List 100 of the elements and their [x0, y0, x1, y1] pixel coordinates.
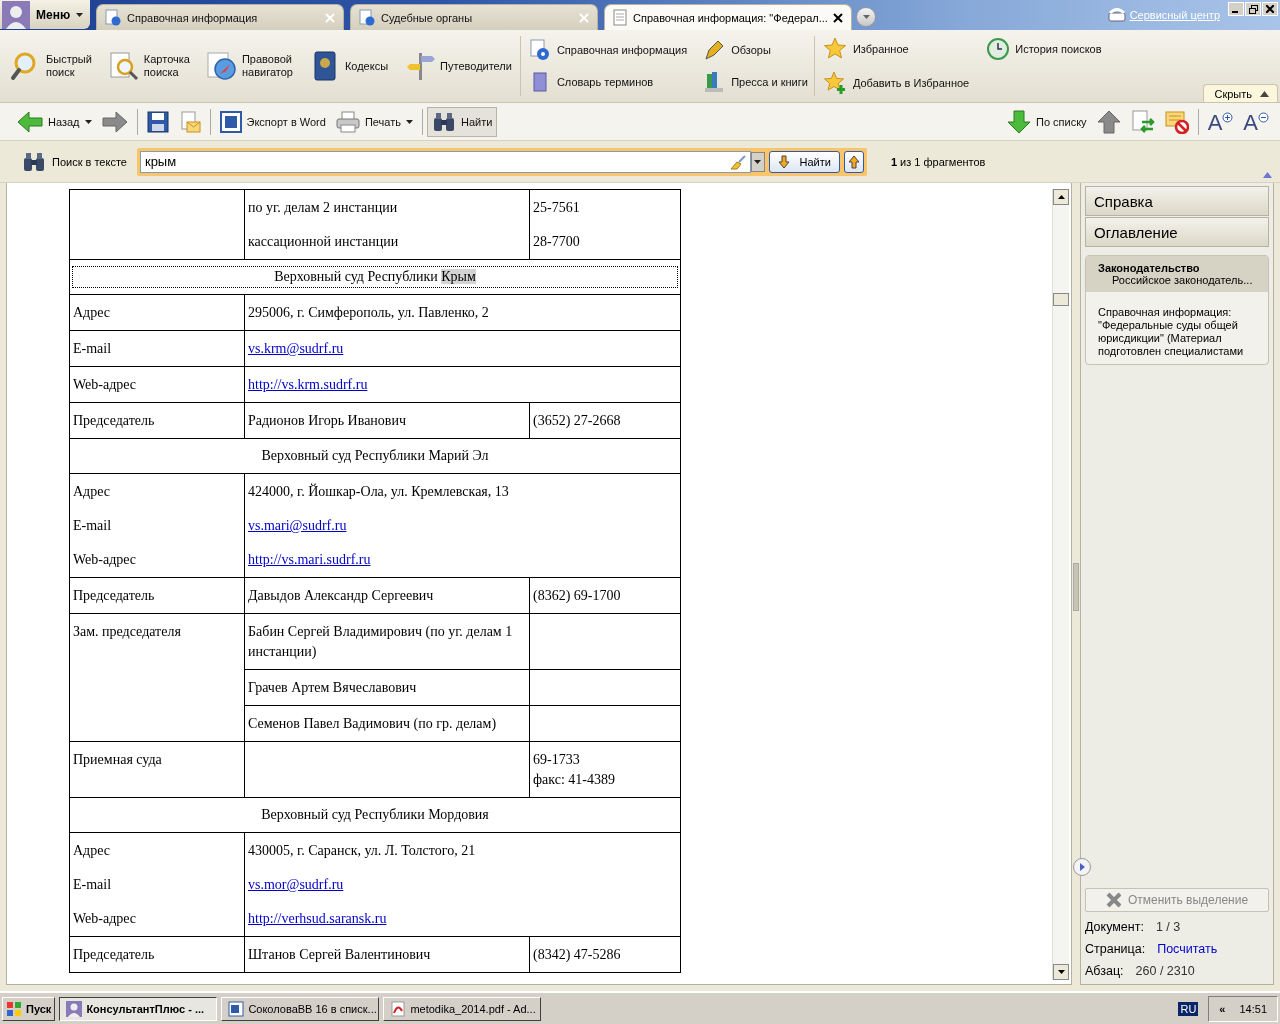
windows-logo-icon [6, 1001, 22, 1017]
toolbar-button[interactable]: Найти [426, 106, 498, 137]
link[interactable]: http://vs.krm.sudrf.ru [248, 377, 368, 392]
cross-icon [1105, 892, 1122, 908]
collapse-icon [1263, 172, 1272, 178]
find-previous-button[interactable] [843, 150, 864, 173]
show-hidden-icons-button[interactable]: « [1219, 1003, 1226, 1015]
clock: 14:51 [1239, 1003, 1267, 1015]
toolbar-button[interactable]: Экспорт в Word [214, 106, 331, 137]
cell-text: Приемная суда [73, 752, 162, 767]
caret-icon [754, 159, 762, 164]
cell-text: 424000, г. Йошкар-Ола, ул. Кремлевская, 13 [248, 484, 509, 499]
close-icon [579, 12, 589, 23]
cell-text: E-mail [73, 877, 112, 892]
caret-icon [76, 12, 84, 17]
cell-text: 28-7700 [533, 234, 580, 249]
stat-label: Абзац: [1085, 964, 1124, 978]
toolbar-button[interactable]: A [1202, 106, 1239, 137]
cell-text: Радионов Игорь Иванович [248, 413, 406, 428]
ribbon-button[interactable]: Карточка поиска [105, 48, 192, 84]
side-panel-tab[interactable]: Справка [1085, 186, 1269, 216]
up-triangle-icon [1057, 195, 1065, 199]
ribbon-button[interactable]: Словарь терминов [528, 71, 688, 93]
splitter-grip[interactable] [1073, 563, 1079, 611]
expand-button[interactable] [1073, 858, 1091, 876]
scrollbar[interactable] [1052, 189, 1069, 980]
taskbar-button[interactable]: metodika_2014.pdf - Ad... [383, 997, 542, 1021]
books-icon [703, 71, 726, 93]
down-arrow-icon [777, 154, 790, 169]
cell-text: Председатель [73, 947, 155, 962]
toolbar-button[interactable]: A [1238, 106, 1274, 137]
stat-value: 1 / 3 [1155, 920, 1181, 934]
cell-text: Адрес [73, 843, 110, 858]
cell-text: (8362) 69-1700 [533, 588, 621, 603]
cell-text: E-mail [73, 341, 112, 356]
court-heading: Верховный суд Республики Мордовия [260, 806, 490, 824]
close-button[interactable] [1262, 2, 1278, 16]
pen-icon [703, 39, 726, 61]
close-icon [325, 12, 335, 23]
link[interactable]: http://vs.mari.sudrf.ru [248, 552, 371, 567]
hide-ribbon-button[interactable]: Скрыть [1203, 84, 1278, 102]
word-document-icon [228, 1001, 245, 1017]
search-field[interactable]: крым [139, 150, 751, 173]
cell-text: Семенов Павел Вадимович (по гр. делам) [248, 716, 497, 731]
taskbar-button[interactable]: КонсультантПлюс - ... [59, 997, 218, 1021]
cell-text: Адрес [73, 305, 110, 320]
pdf-document-icon [390, 1001, 407, 1017]
cell-text: (8342) 47-5286 [533, 947, 621, 962]
cell-text: 295006, г. Симферополь, ул. Павленко, 2 [248, 305, 489, 320]
find-button[interactable]: Найти [768, 150, 840, 173]
cell-text: Председатель [73, 413, 155, 428]
link[interactable]: vs.mari@sudrf.ru [248, 518, 347, 533]
ribbon-button[interactable]: История поисков [985, 37, 1102, 61]
minus-icon [1258, 111, 1269, 123]
tab[interactable]: Справочная информация [96, 4, 344, 30]
link[interactable]: vs.mor@sudrf.ru [248, 877, 344, 892]
down-arrow-icon [1007, 109, 1031, 134]
restore-button[interactable] [1245, 2, 1261, 16]
ribbon-button[interactable]: Справочная информация [528, 39, 688, 61]
scrollbar-thumb[interactable] [1053, 293, 1069, 306]
link[interactable]: vs.krm@sudrf.ru [248, 341, 344, 356]
ribbon-button[interactable]: Избранное [822, 37, 970, 61]
toolbar-button[interactable]: По списку [1002, 106, 1092, 137]
word-document-icon [219, 110, 242, 133]
caret-icon [862, 15, 870, 19]
toolbar-button[interactable]: Печать [330, 106, 418, 137]
tab-list-button[interactable] [856, 7, 876, 27]
card-title: Законодательство [1098, 262, 1201, 274]
side-panel-tab[interactable]: Оглавление [1085, 217, 1269, 247]
binoculars-icon [22, 150, 46, 173]
clock-icon [985, 37, 1010, 61]
language-indicator[interactable]: RU [1178, 1002, 1199, 1016]
cell-text: Грачев Артем Вячеславович [248, 680, 417, 695]
telephone-icon [1107, 8, 1126, 22]
cell-text: Web-адрес [73, 552, 137, 567]
cell-text: факс: 41-4389 [533, 772, 615, 787]
start-button[interactable]: Пуск [2, 997, 56, 1021]
document-magnifier-icon [107, 50, 140, 82]
count-pages-link[interactable]: Посчитать [1157, 942, 1218, 956]
ribbon-button[interactable]: Быстрый поиск [8, 48, 94, 84]
link[interactable]: http://verhsud.saransk.ru [248, 911, 387, 926]
restore-icon [1248, 4, 1258, 14]
ribbon-button[interactable]: Правовой навигатор [203, 48, 295, 84]
avatar-icon [66, 1001, 83, 1017]
help-document-icon [359, 9, 375, 26]
tab[interactable]: Справочная информация: "Федерал... [604, 4, 852, 30]
ribbon-button[interactable]: Пресса и книги [703, 71, 808, 93]
toolbar-button[interactable]: Назад [12, 106, 97, 137]
ribbon-button[interactable]: Кодексы [306, 48, 391, 84]
menu-button[interactable]: Меню [0, 0, 90, 29]
ribbon-button[interactable]: Добавить в Избранное [822, 71, 970, 95]
cell-text: Web-адрес [73, 377, 137, 392]
minimize-button[interactable] [1228, 2, 1244, 16]
ribbon-button[interactable]: Путеводители [402, 48, 514, 84]
taskbar-button[interactable]: СоколоваВВ 16 в списк... [221, 997, 380, 1021]
ribbon-button[interactable]: Обзоры [703, 39, 808, 61]
note-prohibited-icon [1164, 109, 1189, 134]
cell-text: (3652) 27-2668 [533, 413, 621, 428]
cell-text: E-mail [73, 518, 112, 533]
tab[interactable]: Судебные органы [350, 4, 598, 30]
